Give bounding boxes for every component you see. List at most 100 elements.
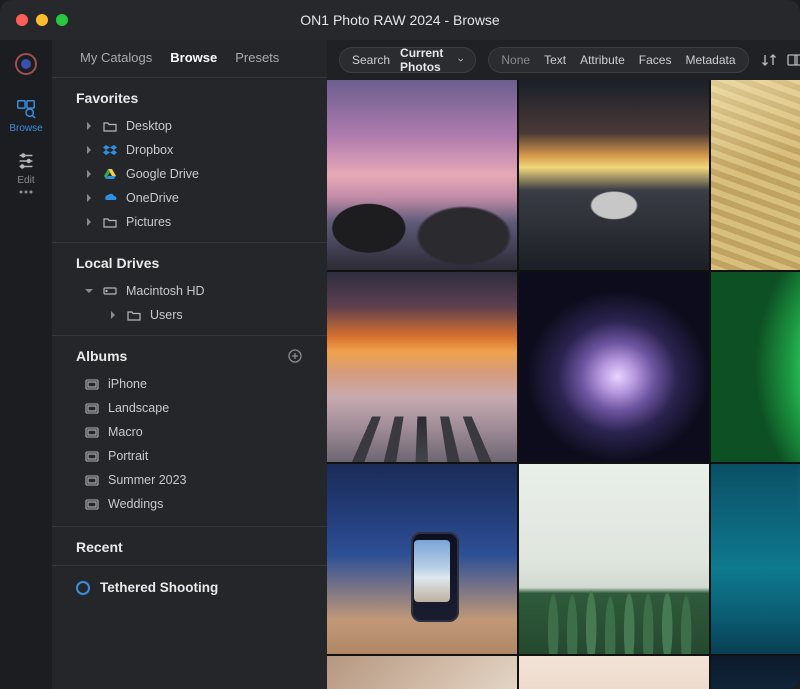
album-icon bbox=[84, 451, 100, 462]
album-label: iPhone bbox=[108, 377, 147, 391]
chevron-right-icon bbox=[84, 122, 94, 130]
album-icon bbox=[84, 499, 100, 510]
chevron-right-icon bbox=[84, 218, 94, 226]
panel-tabs: My Catalogs Browse Presets bbox=[52, 40, 327, 75]
titlebar: ON1 Photo RAW 2024 - Browse bbox=[0, 0, 800, 40]
chevron-down-icon bbox=[84, 287, 94, 295]
filter-attribute[interactable]: Attribute bbox=[580, 53, 625, 67]
section-albums[interactable]: Albums bbox=[52, 338, 327, 372]
section-favorites-label: Favorites bbox=[76, 90, 138, 106]
more-dots-icon bbox=[18, 189, 34, 195]
thumbnail[interactable] bbox=[327, 464, 517, 654]
section-albums-label: Albums bbox=[76, 348, 127, 364]
window-maximize-button[interactable] bbox=[56, 14, 68, 26]
folder-label: Users bbox=[150, 308, 183, 322]
compare-view-icon[interactable] bbox=[787, 53, 800, 67]
tool-rail: Browse Edit bbox=[0, 40, 52, 689]
thumbnail[interactable] bbox=[519, 656, 709, 689]
rail-browse[interactable]: Browse bbox=[9, 98, 42, 134]
fav-dropbox[interactable]: Dropbox bbox=[80, 140, 315, 160]
section-local-drives[interactable]: Local Drives bbox=[52, 245, 327, 279]
fav-google-drive[interactable]: Google Drive bbox=[80, 164, 315, 184]
album-icon bbox=[84, 427, 100, 438]
album-portrait[interactable]: Portrait bbox=[80, 446, 315, 466]
fav-onedrive[interactable]: OneDrive bbox=[80, 188, 315, 208]
section-recent-label: Recent bbox=[76, 539, 123, 555]
main-area: Search Current Photos None Text Attribut… bbox=[327, 40, 800, 689]
album-icon bbox=[84, 475, 100, 486]
chevron-right-icon bbox=[84, 194, 94, 202]
fav-label: Google Drive bbox=[126, 167, 199, 181]
album-label: Weddings bbox=[108, 497, 163, 511]
favorites-tree: Desktop Dropbox Google Drive OneDrive bbox=[52, 114, 327, 240]
filter-text[interactable]: Text bbox=[544, 53, 566, 67]
rail-edit[interactable]: Edit bbox=[15, 150, 37, 195]
album-iphone[interactable]: iPhone bbox=[80, 374, 315, 394]
album-summer-2023[interactable]: Summer 2023 bbox=[80, 470, 315, 490]
album-label: Landscape bbox=[108, 401, 169, 415]
album-label: Macro bbox=[108, 425, 143, 439]
tab-presets[interactable]: Presets bbox=[235, 50, 279, 65]
folder-users[interactable]: Users bbox=[80, 305, 315, 325]
search-label: Search bbox=[352, 53, 390, 67]
window-close-button[interactable] bbox=[16, 14, 28, 26]
filter-metadata[interactable]: Metadata bbox=[685, 53, 735, 67]
section-favorites[interactable]: Favorites bbox=[52, 80, 327, 114]
rail-edit-label: Edit bbox=[17, 175, 34, 186]
thumbnail-grid bbox=[327, 80, 800, 689]
sort-icon[interactable] bbox=[761, 53, 777, 67]
thumbnail[interactable] bbox=[519, 464, 709, 654]
left-panel: My Catalogs Browse Presets Favorites Des… bbox=[52, 40, 327, 689]
album-weddings[interactable]: Weddings bbox=[80, 494, 315, 514]
add-album-icon[interactable] bbox=[287, 348, 309, 364]
filter-bar: None Text Attribute Faces Metadata bbox=[488, 47, 748, 73]
chevron-down-icon bbox=[458, 57, 463, 63]
thumbnail[interactable] bbox=[519, 80, 709, 270]
thumbnail[interactable] bbox=[327, 272, 517, 462]
chevron-right-icon bbox=[84, 170, 94, 178]
rail-browse-label: Browse bbox=[9, 123, 42, 134]
album-label: Portrait bbox=[108, 449, 148, 463]
albums-list: iPhone Landscape Macro Portrait Summer 2… bbox=[52, 372, 327, 524]
thumbnail[interactable] bbox=[711, 272, 800, 462]
filter-none[interactable]: None bbox=[501, 53, 530, 67]
chevron-right-icon bbox=[108, 311, 118, 319]
tethered-label: Tethered Shooting bbox=[100, 580, 218, 595]
fav-pictures[interactable]: Pictures bbox=[80, 212, 315, 232]
album-icon bbox=[84, 403, 100, 414]
window-minimize-button[interactable] bbox=[36, 14, 48, 26]
folder-icon bbox=[102, 216, 118, 228]
section-recent[interactable]: Recent bbox=[52, 529, 327, 563]
main-toolbar: Search Current Photos None Text Attribut… bbox=[327, 40, 800, 80]
local-drives-tree: Macintosh HD Users bbox=[52, 279, 327, 333]
album-landscape[interactable]: Landscape bbox=[80, 398, 315, 418]
thumbnail[interactable] bbox=[519, 272, 709, 462]
tether-status-icon bbox=[76, 581, 90, 595]
thumbnail[interactable] bbox=[711, 80, 800, 270]
section-local-drives-label: Local Drives bbox=[76, 255, 159, 271]
filter-faces[interactable]: Faces bbox=[639, 53, 672, 67]
folder-icon bbox=[126, 309, 142, 321]
google-drive-icon bbox=[102, 168, 118, 180]
fav-label: OneDrive bbox=[126, 191, 179, 205]
drive-macintosh-hd[interactable]: Macintosh HD bbox=[80, 281, 315, 301]
album-icon bbox=[84, 379, 100, 390]
thumbnail[interactable] bbox=[327, 80, 517, 270]
thumbnail[interactable] bbox=[327, 656, 517, 689]
app-logo-icon[interactable] bbox=[14, 52, 38, 76]
drive-icon bbox=[102, 285, 118, 297]
album-macro[interactable]: Macro bbox=[80, 422, 315, 442]
search-scope: Current Photos bbox=[400, 46, 448, 74]
thumbnail[interactable] bbox=[711, 464, 800, 654]
tethered-shooting[interactable]: Tethered Shooting bbox=[52, 568, 327, 607]
thumbnail[interactable] bbox=[711, 656, 800, 689]
album-label: Summer 2023 bbox=[108, 473, 187, 487]
app-window: ON1 Photo RAW 2024 - Browse Browse Edit … bbox=[0, 0, 800, 689]
search-scope-dropdown[interactable]: Search Current Photos bbox=[339, 47, 476, 73]
fav-desktop[interactable]: Desktop bbox=[80, 116, 315, 136]
onedrive-icon bbox=[102, 193, 118, 203]
fav-label: Dropbox bbox=[126, 143, 173, 157]
chevron-right-icon bbox=[84, 146, 94, 154]
tab-my-catalogs[interactable]: My Catalogs bbox=[80, 50, 152, 65]
tab-browse[interactable]: Browse bbox=[170, 50, 217, 65]
